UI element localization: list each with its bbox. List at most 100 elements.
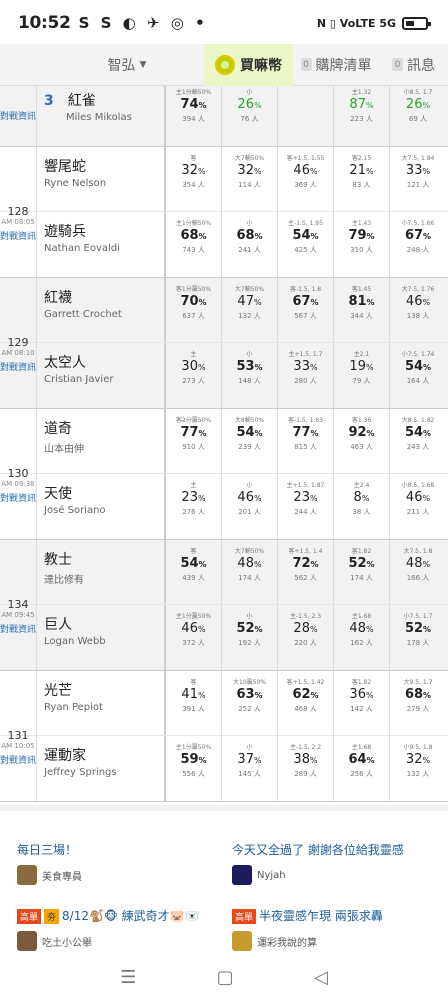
odds-cell[interactable]: 小 37% 145 人: [222, 736, 278, 801]
odds-cell[interactable]: 大7.5, 1.76 46% 138 人: [390, 278, 446, 342]
odds-cell[interactable]: 客 54% 439 人: [166, 540, 222, 604]
odds-cell[interactable]: 小 53% 148 人: [222, 343, 278, 408]
odds-cell[interactable]: 大10贏50% 63% 252 人: [222, 671, 278, 735]
home-icon[interactable]: ▢: [217, 967, 234, 988]
odds-cell[interactable]: 小 68% 241 人: [222, 212, 278, 277]
odds-cell[interactable]: 主1分贏50% 46% 372 人: [166, 605, 222, 670]
odds-cell[interactable]: 主1分輸50% 74% 394 人: [166, 86, 222, 146]
tab-coin[interactable]: 買嘛幣: [204, 43, 293, 86]
odds-cell[interactable]: 客+1.5, 1.4 72% 562 人: [278, 540, 334, 604]
odds-cell[interactable]: 客1.36 92% 463 人: [334, 409, 390, 473]
pick-percent: 62%: [278, 687, 333, 702]
pick-count: 394 人: [182, 115, 205, 123]
game-block: 131 AM 10:05 對戰資訊 光芒 Ryan Pepiot 客 41% 391 人 大10…: [0, 671, 448, 802]
odds-cell[interactable]: 客 41% 391 人: [166, 671, 222, 735]
forum-post[interactable]: 高單 半夜靈感乍現 兩張求轟 運彩我說的算: [232, 907, 437, 951]
matchup-info-link[interactable]: 對戰資訊: [0, 112, 36, 122]
team-cell[interactable]: 教士 達比修有: [37, 540, 166, 604]
back-icon[interactable]: ◁: [314, 967, 328, 988]
odds-cell[interactable]: 客+1.5, 1.55 46% 369 人: [278, 147, 334, 211]
team-cell[interactable]: 道奇 山本由伸: [37, 409, 166, 473]
odds-cell[interactable]: 主-1.5, 1.95 54% 425 人: [278, 212, 334, 277]
team-cell[interactable]: 紅襪 Garrett Crochet: [37, 278, 166, 342]
matchup-info-link[interactable]: 對戰資訊: [0, 363, 36, 373]
tab-cart[interactable]: 0 購牌清單: [293, 44, 379, 86]
odds-cell[interactable]: 小8.5, 1.7 26% 69 人: [390, 86, 446, 146]
pick-percent-value: 54: [236, 425, 255, 440]
avatar: [17, 931, 37, 951]
pick-count: 248 人: [406, 246, 430, 254]
odds-cell[interactable]: 主 30% 273 人: [166, 343, 222, 408]
odds-cell[interactable]: 大7輸50% 48% 174 人: [222, 540, 278, 604]
odds-cell[interactable]: 小 52% 192 人: [222, 605, 278, 670]
odds-cell[interactable]: 主+1.5, 1.87 23% 244 人: [278, 474, 334, 539]
team-cell[interactable]: 光芒 Ryan Pepiot: [37, 671, 166, 735]
odds-cell[interactable]: 主1.68 48% 162 人: [334, 605, 390, 670]
user-dropdown[interactable]: 智弘 ▼: [0, 44, 204, 86]
odds-cell[interactable]: 主2.1 19% 79 人: [334, 343, 390, 408]
odds-cell[interactable]: 客1分贏50% 70% 637 人: [166, 278, 222, 342]
game-number: 129: [7, 335, 29, 349]
odds-cell[interactable]: 主2.4 8% 38 人: [334, 474, 390, 539]
odds-cell[interactable]: 小9.5, 1.8 32% 132 人: [390, 736, 446, 801]
percent-sign: %: [197, 494, 206, 503]
odds-cell[interactable]: 主1.68 64% 256 人: [334, 736, 390, 801]
odds-cell[interactable]: 小8.5, 1.68 46% 211 人: [390, 474, 446, 539]
team-cell[interactable]: 巨人 Logan Webb: [37, 605, 166, 670]
odds-cell[interactable]: 客2.15 21% 83 人: [334, 147, 390, 211]
odds-cell[interactable]: 主1分輸50% 68% 743 人: [166, 212, 222, 277]
odds-cell[interactable]: 客1.45 81% 344 人: [334, 278, 390, 342]
pick-percent-value: 38: [293, 752, 310, 767]
pick-percent: 72%: [278, 556, 333, 571]
odds-cell[interactable]: 小 46% 201 人: [222, 474, 278, 539]
team-cell[interactable]: 遊騎兵 Nathan Eovaldi: [37, 212, 166, 277]
odds-cell[interactable]: 客+1.5, 1.42 62% 468 人: [278, 671, 334, 735]
team-cell[interactable]: 3 紅雀 Miles Mikolas: [37, 86, 166, 146]
matchup-info-link[interactable]: 對戰資訊: [0, 756, 36, 766]
recent-apps-icon[interactable]: ☰: [120, 967, 136, 988]
odds-cell[interactable]: 主1分贏50% 59% 556 人: [166, 736, 222, 801]
team-cell[interactable]: 響尾蛇 Ryne Nelson: [37, 147, 166, 211]
odds-cell[interactable]: 主 23% 276 人: [166, 474, 222, 539]
odds-cell[interactable]: 小7.5, 1.66 67% 248 人: [390, 212, 446, 277]
odds-cell[interactable]: 大7輸50% 32% 114 人: [222, 147, 278, 211]
team-cell[interactable]: 天使 José Soriano: [37, 474, 166, 539]
pick-count: 83 人: [352, 181, 371, 189]
pick-count: 192 人: [238, 639, 261, 647]
odds-cell[interactable]: 主1.32 87% 223 人: [334, 86, 390, 146]
pick-percent: 54%: [390, 425, 446, 440]
forum-post[interactable]: 每日三場！ 美食專員: [17, 841, 222, 885]
team-cell[interactable]: 太空人 Cristian Javier: [37, 343, 166, 408]
forum-post[interactable]: 高單夯 8/12🐒🐵 練武奇才🐷🐻‍❄️ 吃土小公舉: [17, 907, 222, 951]
team-row: 光芒 Ryan Pepiot 客 41% 391 人 大10贏50% 63% 252 人 客+1…: [0, 671, 448, 736]
matchup-info-link[interactable]: 對戰資訊: [0, 494, 36, 504]
odds-cell[interactable]: 大8.5, 1.82 54% 243 人: [390, 409, 446, 473]
odds-cell[interactable]: 主-1.5, 2.2 38% 289 人: [278, 736, 334, 801]
odds-cell[interactable]: 大9.5, 1.7 68% 279 人: [390, 671, 446, 735]
odds-cell[interactable]: 客1.82 52% 174 人: [334, 540, 390, 604]
forum-post[interactable]: 今天又全過了 謝謝各位給我靈感 Nyjah: [232, 841, 437, 885]
pick-percent-value: 46: [405, 294, 423, 309]
matchup-info-link[interactable]: 對戰資訊: [0, 232, 36, 242]
odds-cell[interactable]: 客-1.5, 1.63 77% 815 人: [278, 409, 334, 473]
odds-cell[interactable]: 客-1.5, 1.8 67% 567 人: [278, 278, 334, 342]
matchup-info-link[interactable]: 對戰資訊: [0, 625, 36, 635]
game-block: 129 AM 08:10 對戰資訊 紅襪 Garrett Crochet 客1分贏50% 7…: [0, 278, 448, 409]
odds-cell[interactable]: 主-1.5, 2.3 28% 220 人: [278, 605, 334, 670]
odds-cell[interactable]: 小7.5, 1.7 52% 178 人: [390, 605, 446, 670]
odds-cell[interactable]: 客 32% 354 人: [166, 147, 222, 211]
odds-cell[interactable]: 大8輸50% 54% 239 人: [222, 409, 278, 473]
odds-cell[interactable]: 客2分贏50% 77% 910 人: [166, 409, 222, 473]
odds-line: 主-1.5, 2.3: [289, 613, 322, 619]
odds-cell[interactable]: 主+1.5, 1.7 33% 280 人: [278, 343, 334, 408]
odds-cell[interactable]: 主1.43 79% 310 人: [334, 212, 390, 277]
team-cell[interactable]: 運動家 Jeffrey Springs: [37, 736, 166, 801]
percent-sign: %: [309, 756, 318, 765]
odds-cell[interactable]: 小 26% 76 人: [222, 86, 278, 146]
tab-messages[interactable]: 0 訊息: [379, 44, 448, 86]
odds-cell[interactable]: 大7.5, 1.8 48% 166 人: [390, 540, 446, 604]
odds-cell[interactable]: 小7.5, 1.74 54% 164 人: [390, 343, 446, 408]
odds-cell[interactable]: 大7.5, 1.84 33% 121 人: [390, 147, 446, 211]
odds-cell[interactable]: 大7輸50% 47% 132 人: [222, 278, 278, 342]
odds-cell[interactable]: 客1.82 36% 142 人: [334, 671, 390, 735]
